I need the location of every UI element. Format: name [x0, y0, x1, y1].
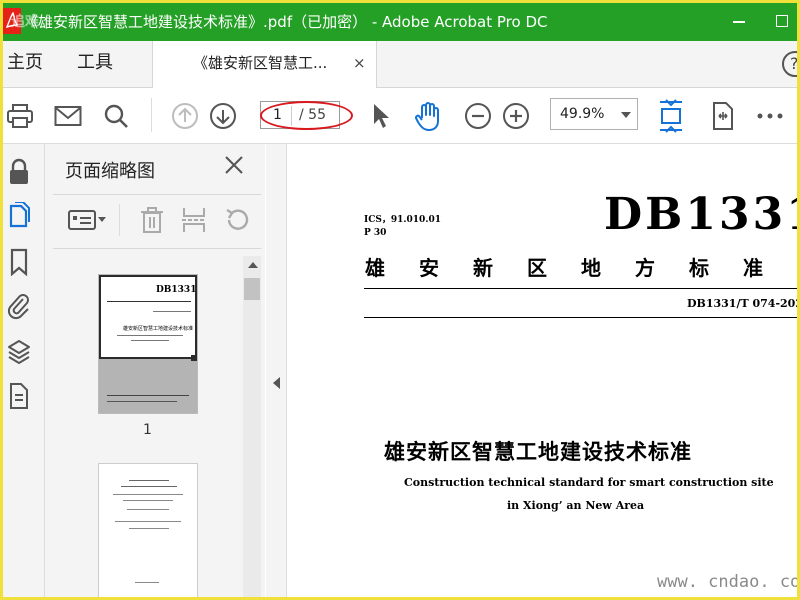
delete-icon[interactable]: [140, 202, 164, 238]
page-thumbnail-1[interactable]: DB1331 雄安新区智慧工地建设技术标准: [99, 275, 197, 413]
close-icon[interactable]: [223, 154, 245, 176]
rotate-icon[interactable]: [223, 202, 251, 238]
site-watermark: www. cndao. com: [657, 572, 800, 592]
document-title-cn: 雄安新区智慧工地建设技术标准: [384, 440, 692, 464]
hand-icon[interactable]: [413, 88, 445, 143]
p-code: P 30: [364, 228, 387, 238]
red-annotation-ellipse: [260, 101, 353, 130]
thumbnail-line: [129, 480, 169, 481]
app-window: 追难 《雄安新区智慧工地建设技术标准》.pdf（已加密） - Adobe Acr…: [0, 0, 800, 600]
tab-tools[interactable]: 工具: [77, 41, 113, 87]
panel-divider-2: [53, 248, 261, 249]
thumbnail-line: [113, 494, 183, 495]
extract-pages-icon[interactable]: [180, 202, 208, 238]
header-rule: [364, 288, 797, 289]
toolbar-divider: [151, 98, 152, 132]
chevron-down-icon: [621, 112, 631, 118]
thumbnail-line: [131, 340, 169, 341]
page-content-icon[interactable]: [7, 382, 31, 410]
page-thumbnails-icon[interactable]: [7, 202, 31, 230]
standard-type: 雄安新区地方标准: [365, 256, 797, 280]
document-title-en-line2: in Xiong’ an New Area: [507, 499, 645, 512]
thumbnail-line: [117, 335, 183, 336]
panel-toolbar-divider: [119, 204, 120, 236]
bookmark-icon[interactable]: [7, 248, 31, 276]
collapse-panel-icon[interactable]: [273, 377, 280, 389]
navigation-rail: [3, 144, 45, 597]
thumbnail-line: [135, 582, 159, 583]
zoom-out-icon[interactable]: [463, 88, 493, 143]
thumbnail-line: [153, 311, 191, 312]
tab-bar: 主页 工具 《雄安新区智慧工... × ?: [3, 41, 797, 88]
tab-document-label: 《雄安新区智慧工...: [193, 54, 328, 72]
ics-code: ICS，91.010.01: [364, 215, 441, 225]
thumbnail-options-icon[interactable]: [67, 202, 107, 238]
zoom-value: 49.9%: [560, 106, 605, 122]
minimize-icon[interactable]: [733, 21, 745, 23]
db-code: DB1331: [604, 189, 800, 240]
print-icon[interactable]: [5, 88, 35, 143]
scrollbar[interactable]: [243, 256, 261, 597]
document-viewport[interactable]: ICS，91.010.01 P 30 DB1331 雄安新区地方标准 DB133…: [287, 144, 800, 597]
maximize-icon[interactable]: [776, 15, 788, 27]
thumbnail-line: [129, 528, 169, 529]
thumbnail-line: [107, 301, 191, 302]
prev-page-icon[interactable]: [170, 88, 200, 143]
layers-icon[interactable]: [7, 338, 31, 366]
toolbar: 1 / 55 49.9%: [3, 88, 797, 144]
thumbnail-page-bottom: [99, 359, 197, 413]
search-icon[interactable]: [101, 88, 131, 143]
scroll-up-icon[interactable]: [248, 262, 258, 268]
thumbnail-panel: 页面缩略图 DB1331 雄安新区智慧工地建设技术标准 1: [45, 144, 265, 597]
lock-icon[interactable]: [7, 158, 31, 186]
thumbnail-page-number: 1: [143, 422, 152, 438]
standard-number: DB1331/T 074-2024: [687, 297, 800, 310]
thumbnail-line: [121, 486, 177, 487]
thumbnail-title: 雄安新区智慧工地建设技术标准: [123, 326, 194, 332]
document-title-en-line1: Construction technical standard for smar…: [404, 476, 774, 489]
scroll-thumb[interactable]: [244, 278, 260, 300]
zoom-in-icon[interactable]: [501, 88, 531, 143]
thumbnail-line: [107, 395, 189, 396]
page-thumbnail-2[interactable]: [99, 464, 197, 597]
window-title: 《雄安新区智慧工地建设技术标准》.pdf（已加密） - Adobe Acroba…: [23, 13, 548, 31]
thumbnail-line: [115, 521, 181, 522]
tab-home[interactable]: 主页: [7, 41, 43, 87]
thumbnail-page-top: DB1331 雄安新区智慧工地建设技术标准: [99, 275, 197, 359]
attachment-icon[interactable]: [7, 292, 31, 320]
header-rule-2: [364, 317, 797, 318]
rotate-view-icon[interactable]: [706, 88, 738, 143]
help-icon[interactable]: ?: [782, 51, 797, 77]
zoom-select[interactable]: 49.9%: [550, 98, 638, 130]
panel-title: 页面缩略图: [65, 161, 155, 182]
tab-close-icon[interactable]: ×: [353, 41, 366, 85]
document-page: ICS，91.010.01 P 30 DB1331 雄安新区地方标准 DB133…: [287, 144, 800, 597]
thumbnail-line: [127, 509, 169, 510]
more-icon[interactable]: [755, 88, 785, 143]
fit-page-icon[interactable]: [655, 88, 687, 143]
thumbnail-resize-handle[interactable]: [191, 355, 197, 361]
thumbnail-code: DB1331: [156, 285, 197, 295]
panel-divider: [53, 194, 261, 195]
mail-icon[interactable]: [53, 88, 83, 143]
panel-splitter[interactable]: [266, 144, 287, 597]
tab-document[interactable]: 《雄安新区智慧工... ×: [152, 41, 377, 88]
title-bar: 追难 《雄安新区智慧工地建设技术标准》.pdf（已加密） - Adobe Acr…: [3, 3, 797, 41]
next-page-icon[interactable]: [208, 88, 238, 143]
select-cursor-icon[interactable]: [368, 88, 394, 143]
thumbnail-line: [123, 500, 173, 501]
thumbnail-line: [107, 401, 177, 402]
